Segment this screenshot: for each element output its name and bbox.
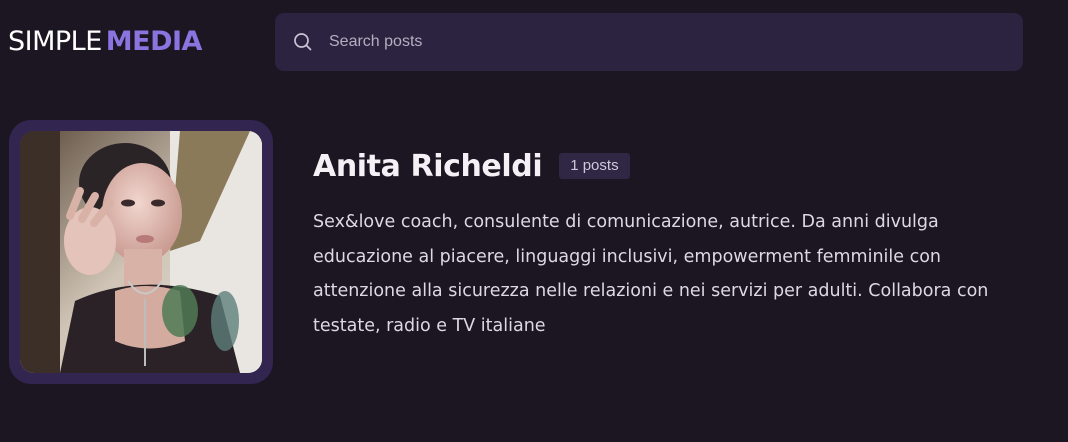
search-icon bbox=[293, 32, 313, 52]
logo-text-media: MEDIA bbox=[105, 26, 203, 57]
author-avatar-frame bbox=[9, 120, 273, 384]
author-name: Anita Richeldi bbox=[313, 148, 543, 184]
site-logo[interactable]: SIMPLE MEDIA bbox=[8, 24, 202, 60]
search-input[interactable] bbox=[327, 32, 971, 52]
author-bio: Sex&love coach, consulente di comunicazi… bbox=[313, 212, 989, 336]
author-header: Anita Richeldi 1 posts bbox=[313, 144, 630, 188]
post-count-badge: 1 posts bbox=[559, 153, 630, 179]
logo-text-simple: SIMPLE bbox=[8, 26, 102, 57]
search-bar[interactable] bbox=[275, 13, 1023, 71]
author-avatar bbox=[20, 131, 262, 373]
